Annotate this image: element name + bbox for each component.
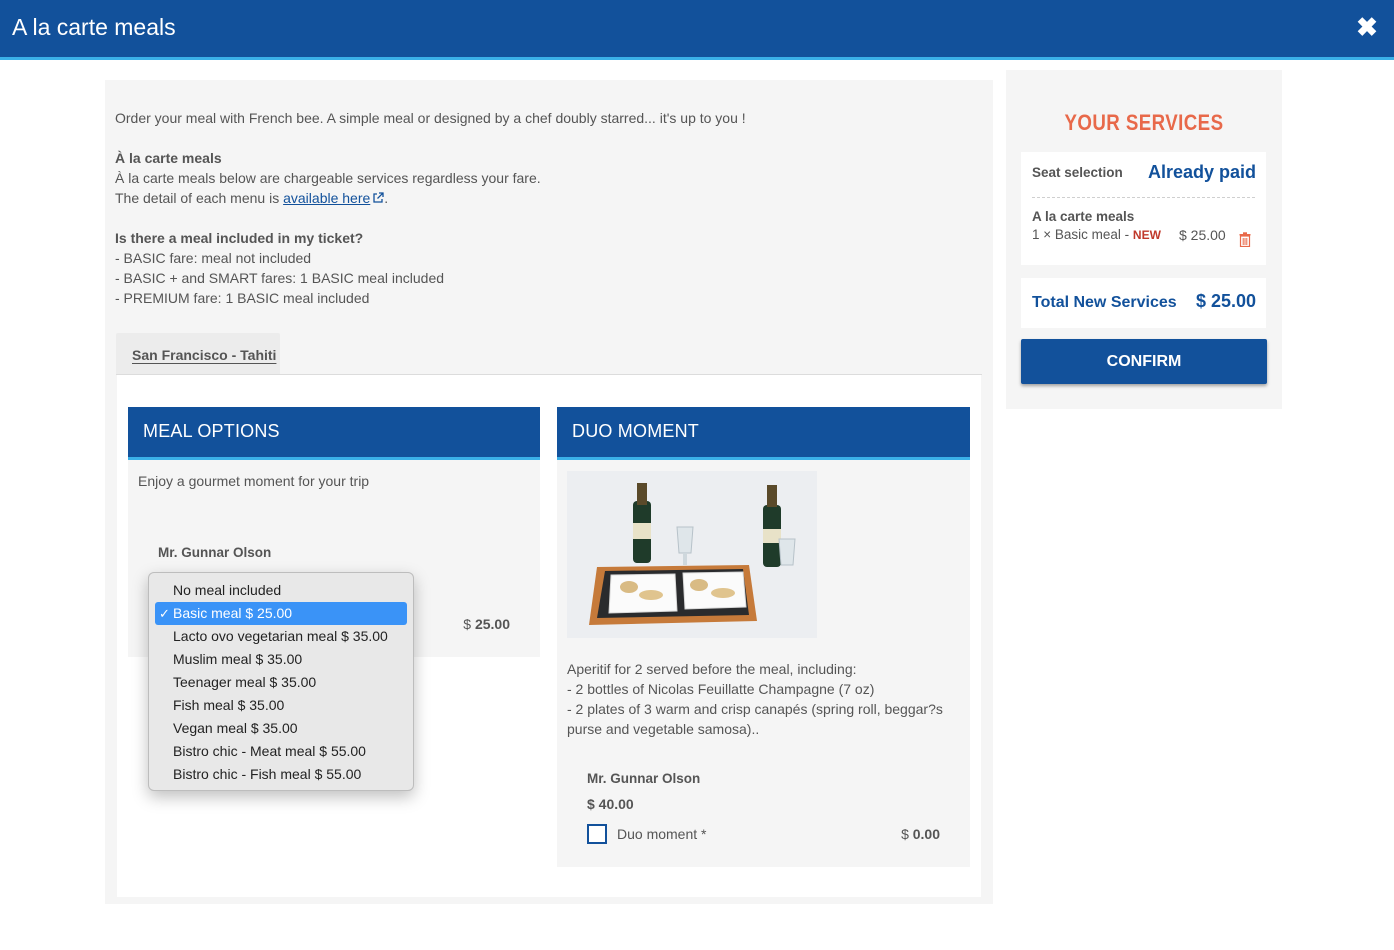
seat-selection-status: Already paid [1147, 162, 1256, 182]
meal-passenger-name: Mr. Gunnar Olson [158, 545, 272, 560]
intro-menu-detail-line: The detail of each menu is available her… [115, 190, 389, 206]
duo-moment-photo [567, 471, 817, 638]
fare-premium: - PREMIUM fare: 1 BASIC meal included [115, 290, 370, 306]
meal-option[interactable]: Bistro chic - Meat meal $ 55.00 [155, 740, 407, 763]
total-value: $ 25.00 [1195, 291, 1256, 311]
meal-service-price: $ 25.00 [1179, 227, 1226, 243]
meal-price: $ 25.00 [463, 616, 510, 632]
fare-basic: - BASIC fare: meal not included [115, 250, 312, 266]
close-icon[interactable]: ✖ [1356, 14, 1378, 40]
available-here-link[interactable]: available here [283, 190, 384, 206]
intro-heading-meal-included: Is there a meal included in my ticket? [115, 230, 364, 246]
services-divider [1032, 197, 1255, 198]
checkmark-icon: ✓ [159, 606, 170, 621]
a-la-carte-meals-label: A la carte meals [1032, 209, 1135, 224]
meal-option-selected[interactable]: ✓ Basic meal $ 25.00 [155, 602, 407, 625]
seat-selection-label: Seat selection [1032, 165, 1123, 180]
new-badge: NEW [1132, 228, 1161, 242]
meal-option[interactable]: Teenager meal $ 35.00 [155, 671, 407, 694]
meal-option[interactable]: No meal included [155, 579, 407, 602]
meal-option[interactable]: Vegan meal $ 35.00 [155, 717, 407, 740]
trash-icon[interactable] [1239, 232, 1251, 247]
external-link-icon [373, 192, 384, 203]
duo-moment-description: Aperitif for 2 served before the meal, i… [567, 661, 943, 737]
duo-moment-title: DUO MOMENT [572, 421, 699, 441]
meal-option[interactable]: Lacto ovo vegetarian meal $ 35.00 [155, 625, 407, 648]
fare-basic-plus-smart: - BASIC + and SMART fares: 1 BASIC meal … [115, 270, 445, 286]
intro-text: Order your meal with French bee. A simpl… [115, 108, 975, 308]
meal-option[interactable]: Fish meal $ 35.00 [155, 694, 407, 717]
services-title: YOUR SERVICES [1064, 110, 1224, 135]
duo-passenger-name: Mr. Gunnar Olson [587, 771, 701, 786]
confirm-button[interactable]: CONFIRM [1021, 339, 1267, 384]
duo-moment-card: DUO MOMENT Aperitif for 2 served before … [557, 407, 970, 867]
intro-heading-a-la-carte: À la carte meals [115, 150, 222, 166]
tab-label: San Francisco - Tahiti [132, 347, 277, 363]
services-list: Seat selection Already paid A la carte m… [1021, 152, 1266, 265]
intro-chargeable-line: À la carte meals below are chargeable se… [115, 170, 541, 186]
duo-moment-checkbox-label[interactable]: Duo moment * [617, 826, 706, 842]
meal-options-description: Enjoy a gourmet moment for your trip [138, 473, 370, 489]
meal-option[interactable]: Muslim meal $ 35.00 [155, 648, 407, 671]
duo-moment-price: $ 40.00 [587, 796, 634, 812]
duo-moment-checkbox[interactable] [587, 824, 607, 844]
meal-option[interactable]: Bistro chic - Fish meal $ 55.00 [155, 763, 407, 786]
total-box: Total New Services $ 25.00 [1021, 278, 1266, 328]
intro-line: Order your meal with French bee. A simpl… [115, 110, 746, 126]
duo-moment-header: DUO MOMENT [557, 407, 970, 460]
meal-service-item: 1 × Basic meal - NEW [1032, 227, 1161, 242]
modal-title: A la carte meals [12, 14, 176, 40]
meal-options-title: MEAL OPTIONS [143, 421, 280, 441]
meal-options-header: MEAL OPTIONS [128, 407, 540, 460]
duo-moment-amount: $ 0.00 [901, 826, 940, 842]
modal-header: A la carte meals ✖ [0, 0, 1394, 60]
tab-san-francisco-tahiti[interactable]: San Francisco - Tahiti [116, 333, 280, 375]
total-label: Total New Services [1032, 294, 1177, 311]
meal-select-dropdown[interactable]: No meal included ✓ Basic meal $ 25.00 Lac… [148, 572, 414, 791]
services-panel: YOUR SERVICES Seat selection Already pai… [1006, 70, 1282, 409]
